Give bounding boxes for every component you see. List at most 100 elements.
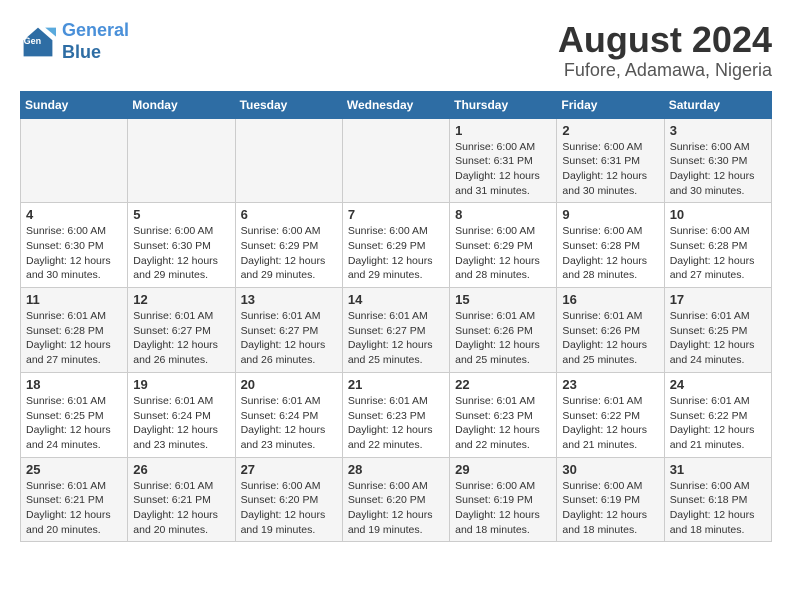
day-info: Sunrise: 6:00 AMSunset: 6:20 PMDaylight:… — [241, 479, 337, 538]
calendar-table: SundayMondayTuesdayWednesdayThursdayFrid… — [20, 91, 772, 543]
calendar-cell: 8 Sunrise: 6:00 AMSunset: 6:29 PMDaylight… — [450, 203, 557, 288]
day-info: Sunrise: 6:01 AMSunset: 6:24 PMDaylight:… — [133, 394, 229, 453]
calendar-cell: 12 Sunrise: 6:01 AMSunset: 6:27 PMDayligh… — [128, 288, 235, 373]
calendar-cell — [342, 118, 449, 203]
calendar-cell: 17 Sunrise: 6:01 AMSunset: 6:25 PMDayligh… — [664, 288, 771, 373]
day-info: Sunrise: 6:00 AMSunset: 6:28 PMDaylight:… — [670, 224, 766, 283]
calendar-cell: 26Sunrise: 6:01 AMSunset: 6:21 PMDayligh… — [128, 457, 235, 542]
day-number: 8 — [455, 207, 551, 222]
weekday-header: Monday — [128, 91, 235, 118]
day-info: Sunrise: 6:01 AMSunset: 6:23 PMDaylight:… — [348, 394, 444, 453]
calendar-cell: 16Sunrise: 6:01 AMSunset: 6:26 PMDayligh… — [557, 288, 664, 373]
day-info: Sunrise: 6:01 AMSunset: 6:25 PMDaylight:… — [670, 309, 766, 368]
day-info: Sunrise: 6:00 AMSunset: 6:30 PMDaylight:… — [133, 224, 229, 283]
day-number: 15 — [455, 292, 551, 307]
day-number: 29 — [455, 462, 551, 477]
weekday-header: Tuesday — [235, 91, 342, 118]
day-number: 18 — [26, 377, 122, 392]
calendar-cell: 30Sunrise: 6:00 AMSunset: 6:19 PMDayligh… — [557, 457, 664, 542]
calendar-cell: 22 Sunrise: 6:01 AMSunset: 6:23 PMDayligh… — [450, 372, 557, 457]
day-info: Sunrise: 6:00 AMSunset: 6:19 PMDaylight:… — [455, 479, 551, 538]
logo-text: General Blue — [62, 20, 129, 63]
page-header: Gen General Blue August 2024 Fufore, Ada… — [20, 20, 772, 81]
day-number: 21 — [348, 377, 444, 392]
calendar-cell: 29 Sunrise: 6:00 AMSunset: 6:19 PMDayligh… — [450, 457, 557, 542]
calendar-cell: 15Sunrise: 6:01 AMSunset: 6:26 PMDayligh… — [450, 288, 557, 373]
day-info: Sunrise: 6:01 AMSunset: 6:28 PMDaylight:… — [26, 309, 122, 368]
calendar-cell: 24 Sunrise: 6:01 AMSunset: 6:22 PMDayligh… — [664, 372, 771, 457]
calendar-week-row: 11 Sunrise: 6:01 AMSunset: 6:28 PMDayligh… — [21, 288, 772, 373]
day-info: Sunrise: 6:00 AMSunset: 6:31 PMDaylight:… — [455, 140, 551, 199]
day-info: Sunrise: 6:00 AMSunset: 6:18 PMDaylight:… — [670, 479, 766, 538]
calendar-cell: 23 Sunrise: 6:01 AMSunset: 6:22 PMDayligh… — [557, 372, 664, 457]
calendar-cell: 3Sunrise: 6:00 AMSunset: 6:30 PMDaylight… — [664, 118, 771, 203]
calendar-cell: 2 Sunrise: 6:00 AMSunset: 6:31 PMDaylight… — [557, 118, 664, 203]
day-number: 24 — [670, 377, 766, 392]
calendar-cell: 28 Sunrise: 6:00 AMSunset: 6:20 PMDayligh… — [342, 457, 449, 542]
day-number: 7 — [348, 207, 444, 222]
calendar-cell: 25 Sunrise: 6:01 AMSunset: 6:21 PMDayligh… — [21, 457, 128, 542]
day-info: Sunrise: 6:00 AMSunset: 6:30 PMDaylight:… — [26, 224, 122, 283]
day-number: 14 — [348, 292, 444, 307]
calendar-cell: 18Sunrise: 6:01 AMSunset: 6:25 PMDayligh… — [21, 372, 128, 457]
calendar-week-row: 25 Sunrise: 6:01 AMSunset: 6:21 PMDayligh… — [21, 457, 772, 542]
calendar-cell: 7 Sunrise: 6:00 AMSunset: 6:29 PMDaylight… — [342, 203, 449, 288]
logo-line2: Blue — [62, 42, 101, 62]
day-number: 11 — [26, 292, 122, 307]
day-number: 26 — [133, 462, 229, 477]
day-number: 28 — [348, 462, 444, 477]
logo-icon: Gen — [20, 24, 56, 60]
calendar-cell: 20Sunrise: 6:01 AMSunset: 6:24 PMDayligh… — [235, 372, 342, 457]
day-number: 22 — [455, 377, 551, 392]
day-number: 4 — [26, 207, 122, 222]
day-number: 17 — [670, 292, 766, 307]
calendar-title: August 2024 — [558, 20, 772, 60]
day-info: Sunrise: 6:01 AMSunset: 6:27 PMDaylight:… — [133, 309, 229, 368]
calendar-cell: 4 Sunrise: 6:00 AMSunset: 6:30 PMDaylight… — [21, 203, 128, 288]
weekday-header: Sunday — [21, 91, 128, 118]
title-block: August 2024 Fufore, Adamawa, Nigeria — [558, 20, 772, 81]
calendar-week-row: 18Sunrise: 6:01 AMSunset: 6:25 PMDayligh… — [21, 372, 772, 457]
weekday-header: Friday — [557, 91, 664, 118]
logo: Gen General Blue — [20, 20, 129, 63]
calendar-cell: 21 Sunrise: 6:01 AMSunset: 6:23 PMDayligh… — [342, 372, 449, 457]
calendar-subtitle: Fufore, Adamawa, Nigeria — [558, 60, 772, 81]
day-info: Sunrise: 6:01 AMSunset: 6:27 PMDaylight:… — [348, 309, 444, 368]
day-number: 23 — [562, 377, 658, 392]
day-number: 27 — [241, 462, 337, 477]
calendar-cell: 10 Sunrise: 6:00 AMSunset: 6:28 PMDayligh… — [664, 203, 771, 288]
calendar-cell: 14 Sunrise: 6:01 AMSunset: 6:27 PMDayligh… — [342, 288, 449, 373]
calendar-cell: 6Sunrise: 6:00 AMSunset: 6:29 PMDaylight… — [235, 203, 342, 288]
day-info: Sunrise: 6:00 AMSunset: 6:30 PMDaylight:… — [670, 140, 766, 199]
day-info: Sunrise: 6:01 AMSunset: 6:22 PMDaylight:… — [670, 394, 766, 453]
day-info: Sunrise: 6:00 AMSunset: 6:29 PMDaylight:… — [348, 224, 444, 283]
day-number: 9 — [562, 207, 658, 222]
day-number: 25 — [26, 462, 122, 477]
day-info: Sunrise: 6:00 AMSunset: 6:31 PMDaylight:… — [562, 140, 658, 199]
calendar-week-row: 1 Sunrise: 6:00 AMSunset: 6:31 PMDaylight… — [21, 118, 772, 203]
day-info: Sunrise: 6:01 AMSunset: 6:22 PMDaylight:… — [562, 394, 658, 453]
day-number: 12 — [133, 292, 229, 307]
day-number: 19 — [133, 377, 229, 392]
calendar-cell: 1 Sunrise: 6:00 AMSunset: 6:31 PMDaylight… — [450, 118, 557, 203]
day-number: 13 — [241, 292, 337, 307]
day-info: Sunrise: 6:00 AMSunset: 6:20 PMDaylight:… — [348, 479, 444, 538]
day-number: 1 — [455, 123, 551, 138]
day-info: Sunrise: 6:01 AMSunset: 6:27 PMDaylight:… — [241, 309, 337, 368]
calendar-cell: 13 Sunrise: 6:01 AMSunset: 6:27 PMDayligh… — [235, 288, 342, 373]
calendar-cell: 19 Sunrise: 6:01 AMSunset: 6:24 PMDayligh… — [128, 372, 235, 457]
calendar-cell: 31Sunrise: 6:00 AMSunset: 6:18 PMDayligh… — [664, 457, 771, 542]
day-number: 20 — [241, 377, 337, 392]
weekday-header: Saturday — [664, 91, 771, 118]
day-number: 10 — [670, 207, 766, 222]
svg-text:Gen: Gen — [24, 35, 42, 45]
day-info: Sunrise: 6:00 AMSunset: 6:29 PMDaylight:… — [455, 224, 551, 283]
day-info: Sunrise: 6:00 AMSunset: 6:29 PMDaylight:… — [241, 224, 337, 283]
day-number: 16 — [562, 292, 658, 307]
day-info: Sunrise: 6:01 AMSunset: 6:21 PMDaylight:… — [26, 479, 122, 538]
day-info: Sunrise: 6:00 AMSunset: 6:19 PMDaylight:… — [562, 479, 658, 538]
day-info: Sunrise: 6:00 AMSunset: 6:28 PMDaylight:… — [562, 224, 658, 283]
day-info: Sunrise: 6:01 AMSunset: 6:23 PMDaylight:… — [455, 394, 551, 453]
day-number: 2 — [562, 123, 658, 138]
calendar-cell: 27 Sunrise: 6:00 AMSunset: 6:20 PMDayligh… — [235, 457, 342, 542]
